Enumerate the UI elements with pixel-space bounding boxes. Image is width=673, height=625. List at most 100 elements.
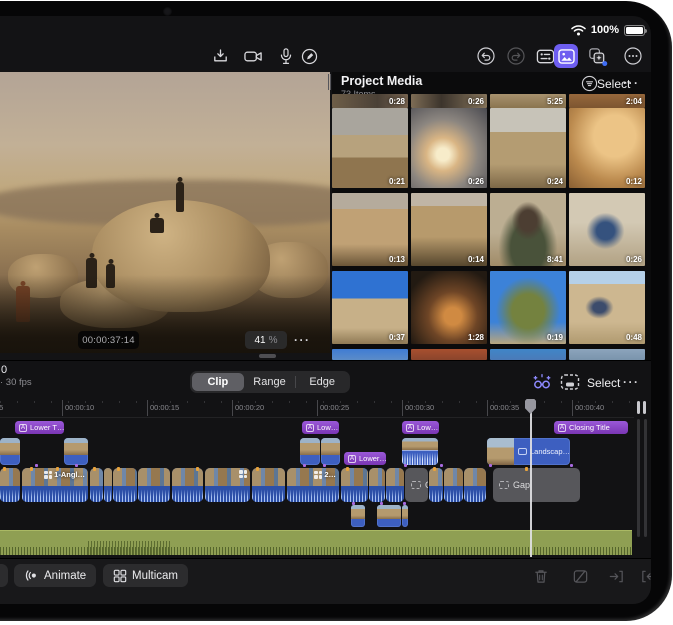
clip-marker[interactable]	[56, 467, 59, 471]
media-thumbnail[interactable]: 5:25	[490, 94, 566, 108]
connected-clip[interactable]	[300, 438, 320, 465]
connected-clip[interactable]	[64, 438, 88, 465]
skimming-icon[interactable]	[531, 371, 553, 398]
connect-dot[interactable]	[352, 502, 355, 505]
storyline-clip[interactable]	[369, 468, 385, 502]
undo-button[interactable]	[474, 44, 498, 68]
connected-clip-below[interactable]	[377, 505, 401, 527]
clip-marker[interactable]	[525, 467, 528, 471]
title-clip[interactable]: ALower T…	[15, 421, 64, 434]
trim-insert-right-icon[interactable]	[606, 566, 626, 586]
media-thumbnail[interactable]: 0:12	[569, 108, 645, 188]
clip-marker[interactable]	[433, 467, 436, 471]
media-thumbnail[interactable]: 0:19	[490, 271, 566, 344]
media-thumbnail[interactable]	[332, 349, 408, 360]
clip-marker[interactable]	[93, 467, 96, 471]
viewer-more-button[interactable]: ···	[294, 333, 311, 347]
storyline-clip[interactable]	[0, 468, 20, 502]
connected-clip[interactable]	[402, 438, 438, 465]
connect-dot[interactable]	[489, 464, 492, 467]
mode-clip[interactable]: Clip	[192, 373, 244, 391]
storyline-clip[interactable]	[138, 468, 170, 502]
timeline-ruler[interactable]: 0500:00:1000:00:1500:00:2000:00:2500:00:…	[0, 399, 634, 418]
clip-marker[interactable]	[3, 467, 6, 471]
more-button[interactable]	[621, 44, 645, 68]
connected-clip[interactable]	[0, 438, 20, 465]
media-thumbnail[interactable]: 0:14	[411, 193, 487, 266]
timeline-vertical-scroll-handle[interactable]	[637, 401, 649, 419]
storyline-clip[interactable]: 2…	[287, 468, 339, 502]
storyline-clip[interactable]	[464, 468, 486, 502]
media-thumbnail[interactable]: 2:04	[569, 94, 645, 108]
media-thumbnail[interactable]	[411, 349, 487, 360]
viewer[interactable]	[0, 72, 330, 353]
media-thumbnail[interactable]: 0:21	[332, 108, 408, 188]
clip-marker[interactable]	[196, 467, 199, 471]
media-thumbnail[interactable]: 0:26	[411, 108, 487, 188]
connected-clip[interactable]	[321, 438, 340, 465]
pencil-annotate-button[interactable]	[297, 44, 321, 68]
connect-dot[interactable]	[403, 502, 406, 505]
storyline-clip[interactable]	[113, 468, 137, 502]
mode-range[interactable]: Range	[244, 373, 296, 391]
mic-button[interactable]	[274, 44, 298, 68]
timecode-display[interactable]: 00:00:37:14	[78, 331, 139, 349]
partial-button[interactable]	[0, 564, 8, 587]
timeline-select-button[interactable]: Select	[587, 376, 620, 390]
clip-marker[interactable]	[117, 467, 120, 471]
gap-clip[interactable]: Gap	[493, 468, 580, 502]
storyline-clip[interactable]	[90, 468, 103, 502]
connect-dot[interactable]	[404, 464, 407, 467]
clip-marker[interactable]	[256, 467, 259, 471]
title-clip[interactable]: ALow…	[402, 421, 439, 434]
title-clip[interactable]: ALow…	[302, 421, 339, 434]
camera-button[interactable]	[241, 44, 265, 68]
storyline-clip[interactable]: 1-Angl…	[22, 468, 88, 502]
delete-icon[interactable]	[531, 566, 551, 586]
media-thumbnail[interactable]: 0:28	[332, 94, 408, 108]
viewer-timeline-divider-handle[interactable]	[259, 354, 276, 358]
animate-button[interactable]: Animate	[14, 564, 96, 587]
storyline-clip[interactable]	[104, 468, 112, 502]
media-browser-button[interactable]	[554, 44, 578, 68]
clip-marker[interactable]	[346, 467, 349, 471]
connect-dot[interactable]	[440, 464, 443, 467]
timeline-more-button[interactable]: ···	[623, 375, 640, 389]
panel-resize-handle[interactable]	[328, 74, 331, 90]
mode-edge[interactable]: Edge	[296, 373, 348, 391]
scrollbar-track[interactable]	[637, 419, 640, 537]
clip-marker[interactable]	[30, 467, 33, 471]
storyline-clip[interactable]	[172, 468, 203, 502]
trim-insert-left-icon[interactable]	[638, 566, 651, 586]
redo-button[interactable]	[504, 44, 528, 68]
storyline-clip[interactable]	[252, 468, 285, 502]
media-thumbnail[interactable]: 0:24	[490, 108, 566, 188]
connect-dot[interactable]	[35, 464, 38, 467]
storyline-clip[interactable]	[444, 468, 463, 502]
multicam-button[interactable]: Multicam	[103, 564, 188, 587]
media-thumbnail[interactable]: 0:13	[332, 193, 408, 266]
storyline-clip[interactable]	[386, 468, 404, 502]
overlay-view-icon[interactable]	[560, 373, 580, 396]
connect-dot[interactable]	[75, 464, 78, 467]
gap-clip[interactable]: G…	[405, 468, 428, 502]
media-more-button[interactable]: ···	[623, 76, 640, 90]
media-thumbnail[interactable]: 0:48	[569, 271, 645, 344]
title-clip[interactable]: AClosing Title	[554, 421, 628, 434]
effects-button[interactable]	[585, 44, 609, 68]
media-thumbnail[interactable]: 0:26	[411, 94, 487, 108]
media-thumbnail[interactable]: 0:37	[332, 271, 408, 344]
storyline-clip[interactable]	[205, 468, 250, 502]
connect-dot[interactable]	[380, 502, 383, 505]
blade-split-icon[interactable]	[570, 566, 590, 586]
scrollbar-track[interactable]	[644, 419, 647, 537]
connected-clip[interactable]: Landscap…	[487, 438, 570, 465]
storyline-clip[interactable]	[341, 468, 368, 502]
title-clip[interactable]: ALower…	[344, 452, 386, 465]
zoom-level-control[interactable]: 41 %	[245, 331, 287, 349]
media-thumbnail[interactable]	[569, 349, 645, 360]
connect-dot[interactable]	[570, 464, 573, 467]
media-thumbnail[interactable]	[490, 349, 566, 360]
media-thumbnail[interactable]: 0:26	[569, 193, 645, 266]
import-button[interactable]	[208, 44, 232, 68]
